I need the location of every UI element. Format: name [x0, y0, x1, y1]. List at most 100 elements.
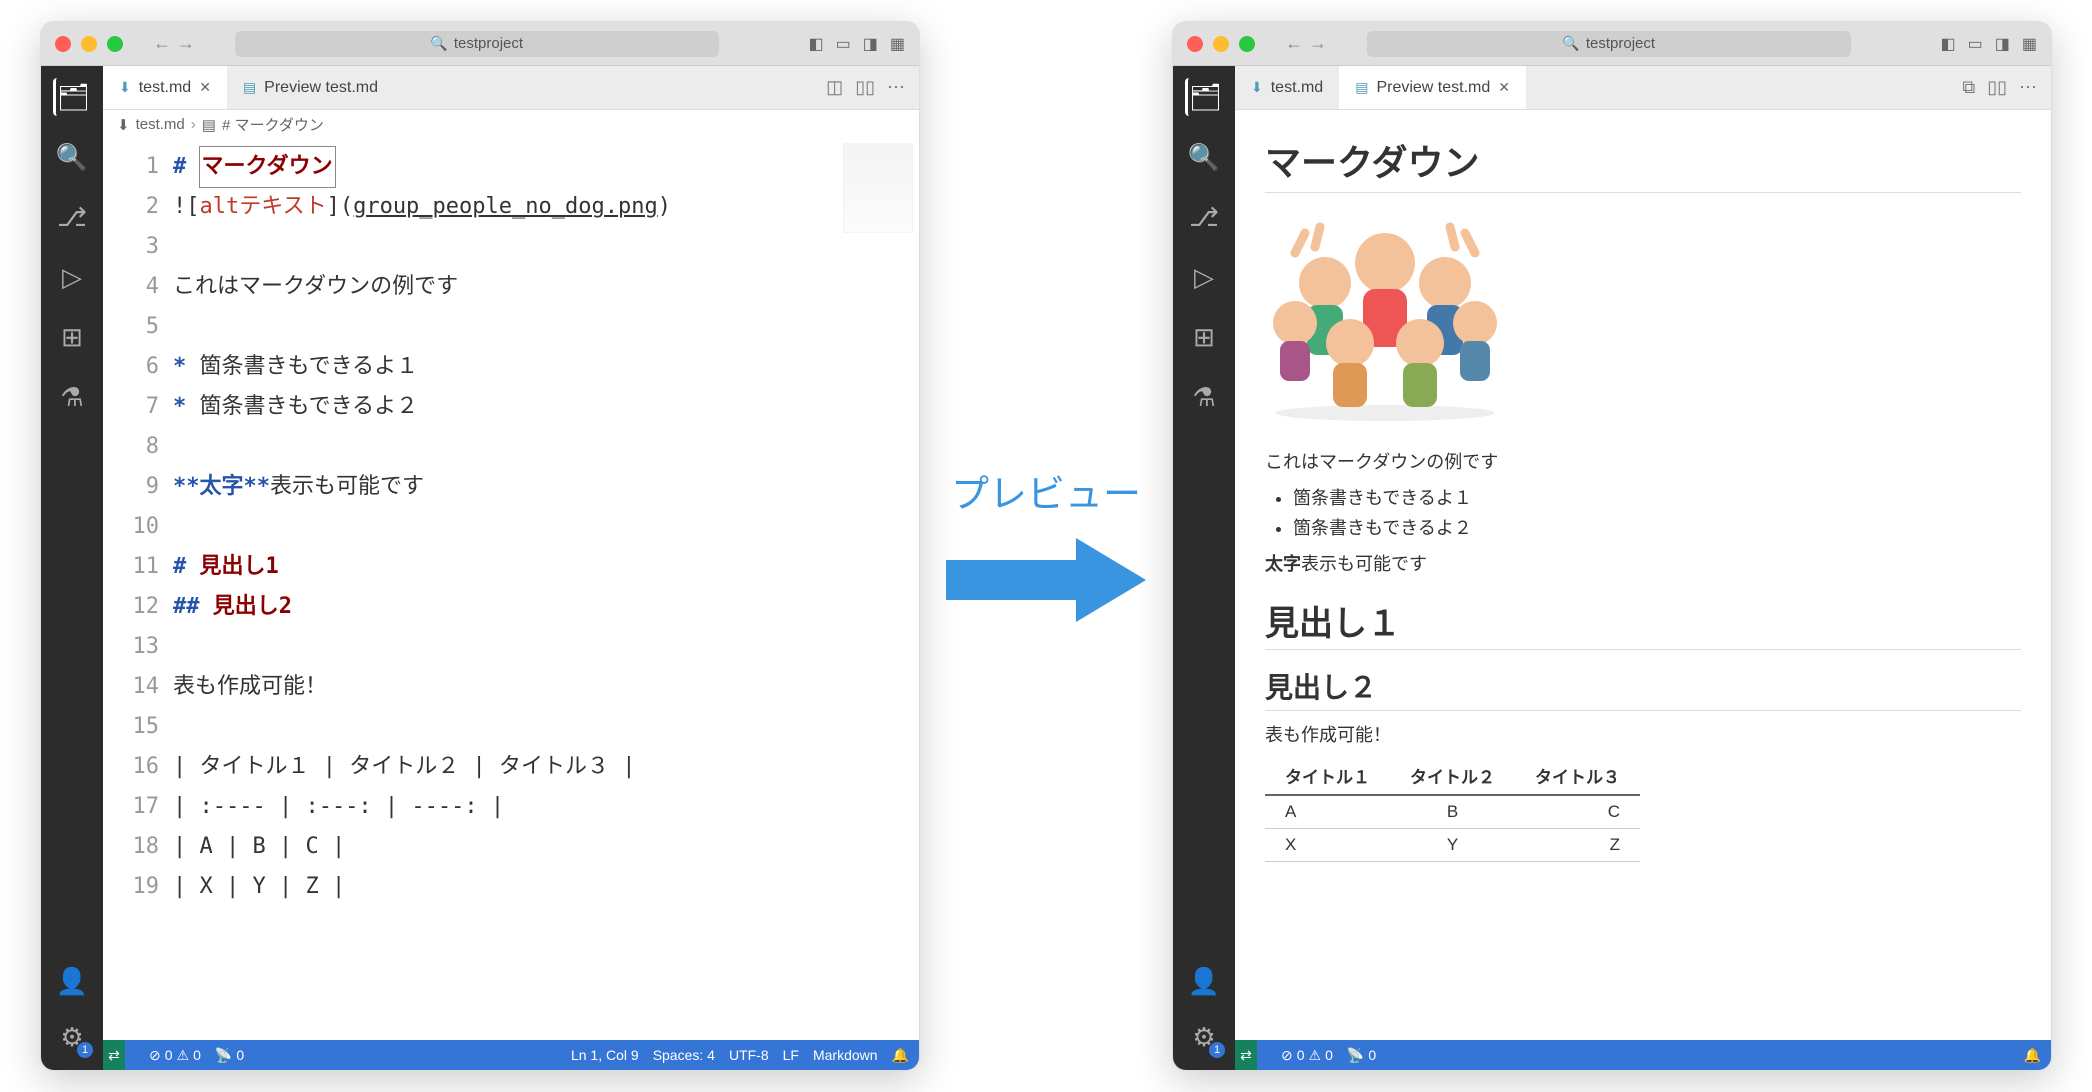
indent-status[interactable]: Spaces: 4	[653, 1047, 715, 1063]
accounts-icon[interactable]: 👤	[1185, 962, 1223, 1000]
activity-bar: 🗂 🔍 ⎇ ▷ ⊞ ⚗ 👤 ⚙	[41, 66, 103, 1070]
accounts-icon[interactable]: 👤	[53, 962, 91, 1000]
markdown-file-icon: ⬇	[119, 79, 131, 96]
notifications-icon[interactable]: 🔔	[892, 1047, 909, 1064]
nav-back-icon[interactable]: ←	[1285, 33, 1303, 54]
close-tab-icon[interactable]: ✕	[1498, 79, 1510, 96]
problems-indicator[interactable]: ⊘ 0 ⚠ 0	[149, 1047, 201, 1064]
run-debug-icon[interactable]: ▷	[53, 258, 91, 296]
search-icon: 🔍	[1562, 35, 1579, 52]
show-source-icon[interactable]: ⧉	[1962, 77, 1975, 98]
window-controls	[55, 36, 123, 52]
status-bar: ⇄ ⊘ 0 ⚠ 0 📡 0 🔔	[1235, 1040, 2051, 1070]
open-preview-side-icon[interactable]: ◫	[826, 77, 843, 98]
minimap[interactable]	[843, 143, 913, 233]
command-center[interactable]: 🔍 testproject	[1367, 31, 1851, 57]
close-window-button[interactable]	[1187, 36, 1203, 52]
layout-grid-icon[interactable]: ▦	[2022, 34, 2037, 54]
titlebar: ← → 🔍 testproject ◧ ▭ ◨ ▦	[1173, 22, 2051, 66]
nav-forward-icon[interactable]: →	[177, 33, 195, 54]
settings-gear-icon[interactable]: ⚙	[1185, 1018, 1223, 1056]
table-cell: A	[1265, 795, 1390, 829]
settings-gear-icon[interactable]: ⚙	[53, 1018, 91, 1056]
notifications-icon[interactable]: 🔔	[2024, 1047, 2041, 1064]
extensions-icon[interactable]: ⊞	[53, 318, 91, 356]
more-actions-icon[interactable]: ⋯	[887, 77, 905, 98]
panel-left-icon[interactable]: ◧	[1941, 34, 1956, 54]
zoom-window-button[interactable]	[107, 36, 123, 52]
preview-list: 箇条書きもできるよ１ 箇条書きもできるよ２	[1293, 484, 2021, 540]
table-cell: C	[1515, 795, 1640, 829]
panel-bottom-icon[interactable]: ▭	[1968, 34, 1983, 54]
nav-forward-icon[interactable]: →	[1309, 33, 1327, 54]
line-numbers: 12345678910111213141516171819	[103, 139, 173, 1040]
tab-preview-test-md[interactable]: ▤ Preview test.md	[227, 66, 394, 109]
breadcrumb-heading: # マークダウン	[222, 114, 324, 135]
markdown-file-icon: ⬇	[1251, 79, 1263, 96]
radio-indicator[interactable]: 📡 0	[215, 1047, 244, 1064]
search-activity-icon[interactable]: 🔍	[1185, 138, 1223, 176]
layout-controls: ◧ ▭ ◨ ▦	[1941, 34, 2038, 54]
project-name: testproject	[454, 35, 523, 52]
encoding-status[interactable]: UTF-8	[729, 1047, 769, 1063]
source-control-icon[interactable]: ⎇	[1185, 198, 1223, 236]
markdown-file-icon: ⬇	[117, 116, 130, 134]
split-editor-icon[interactable]: ▯▯	[1987, 77, 2007, 98]
close-window-button[interactable]	[55, 36, 71, 52]
minimize-window-button[interactable]	[1213, 36, 1229, 52]
panel-right-icon[interactable]: ◨	[1995, 34, 2010, 54]
status-bar: ⇄ ⊘ 0 ⚠ 0 📡 0 Ln 1, Col 9 Spaces: 4 UTF-…	[103, 1040, 919, 1070]
run-debug-icon[interactable]: ▷	[1185, 258, 1223, 296]
preview-table: タイトル１ タイトル２ タイトル３ A B C X Y Z	[1265, 757, 1640, 862]
preview-icon: ▤	[243, 79, 256, 96]
zoom-window-button[interactable]	[1239, 36, 1255, 52]
nav-back-icon[interactable]: ←	[153, 33, 171, 54]
remote-indicator[interactable]: ⇄	[1235, 1040, 1257, 1070]
explorer-icon[interactable]: 🗂	[53, 78, 91, 116]
tab-preview-test-md[interactable]: ▤ Preview test.md ✕	[1339, 66, 1526, 109]
panel-left-icon[interactable]: ◧	[809, 34, 824, 54]
minimize-window-button[interactable]	[81, 36, 97, 52]
close-tab-icon[interactable]: ✕	[199, 79, 211, 96]
preview-image	[1265, 213, 1505, 423]
testing-icon[interactable]: ⚗	[53, 378, 91, 416]
tab-test-md[interactable]: ⬇ test.md ✕	[103, 66, 227, 109]
preview-h1-2: 見出し１	[1265, 596, 2021, 650]
command-center[interactable]: 🔍 testproject	[235, 31, 719, 57]
preview-table-intro: 表も作成可能！	[1265, 721, 2021, 747]
cursor-position[interactable]: Ln 1, Col 9	[571, 1047, 639, 1063]
code-editor[interactable]: 12345678910111213141516171819 # マークダウン !…	[103, 139, 919, 1040]
search-activity-icon[interactable]: 🔍	[53, 138, 91, 176]
problems-indicator[interactable]: ⊘ 0 ⚠ 0	[1281, 1047, 1333, 1064]
layout-grid-icon[interactable]: ▦	[890, 34, 905, 54]
breadcrumb[interactable]: ⬇ test.md › ▤ # マークダウン	[103, 110, 919, 139]
table-cell: Y	[1390, 829, 1515, 862]
tab-bar: ⬇ test.md ▤ Preview test.md ✕ ⧉ ▯▯ ⋯	[1235, 66, 2051, 110]
panel-right-icon[interactable]: ◨	[863, 34, 878, 54]
vscode-window-preview: ← → 🔍 testproject ◧ ▭ ◨ ▦ 🗂 🔍 ⎇ ▷ ⊞ ⚗ 👤 …	[1172, 21, 2052, 1071]
heading-icon: ▤	[202, 116, 216, 134]
table-header: タイトル１	[1265, 757, 1390, 795]
extensions-icon[interactable]: ⊞	[1185, 318, 1223, 356]
panel-bottom-icon[interactable]: ▭	[836, 34, 851, 54]
tab-test-md[interactable]: ⬇ test.md	[1235, 66, 1339, 109]
project-name: testproject	[1586, 35, 1655, 52]
remote-indicator[interactable]: ⇄	[103, 1040, 125, 1070]
tab-label: Preview test.md	[264, 79, 378, 97]
split-editor-icon[interactable]: ▯▯	[855, 77, 875, 98]
list-item: 箇条書きもできるよ２	[1293, 514, 2021, 540]
table-cell: B	[1390, 795, 1515, 829]
eol-status[interactable]: LF	[783, 1047, 799, 1063]
radio-indicator[interactable]: 📡 0	[1347, 1047, 1376, 1064]
layout-controls: ◧ ▭ ◨ ▦	[809, 34, 906, 54]
code-content[interactable]: # マークダウン ![altテキスト](group_people_no_dog.…	[173, 139, 919, 1040]
titlebar: ← → 🔍 testproject ◧ ▭ ◨ ▦	[41, 22, 919, 66]
markdown-preview[interactable]: マークダウン これはマークダウンの例です 箇条書きもできるよ１ 箇条書きもできる…	[1235, 110, 2051, 1040]
preview-paragraph: これはマークダウンの例です	[1265, 448, 2021, 474]
source-control-icon[interactable]: ⎇	[53, 198, 91, 236]
more-actions-icon[interactable]: ⋯	[2019, 77, 2037, 98]
language-mode[interactable]: Markdown	[813, 1047, 878, 1063]
explorer-icon[interactable]: 🗂	[1185, 78, 1223, 116]
preview-h1: マークダウン	[1265, 134, 2021, 193]
testing-icon[interactable]: ⚗	[1185, 378, 1223, 416]
